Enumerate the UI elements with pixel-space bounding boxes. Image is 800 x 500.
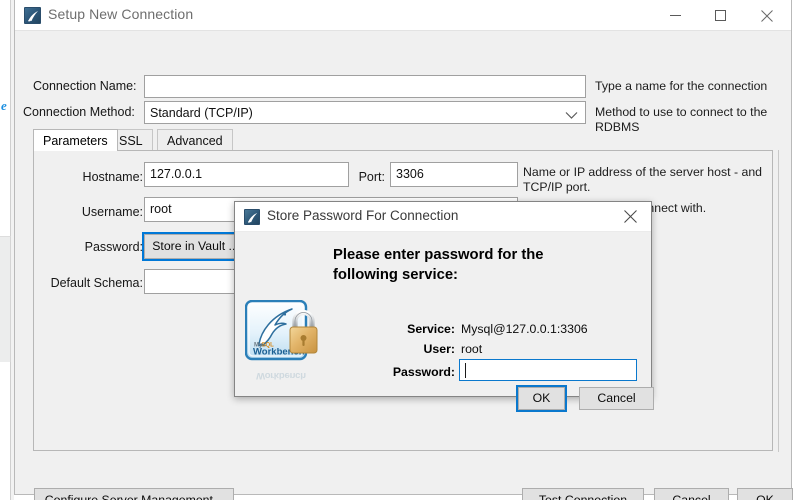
service-value: Mysql@127.0.0.1:3306 bbox=[461, 322, 588, 336]
connection-name-hint: Type a name for the connection bbox=[595, 79, 768, 93]
username-label: Username: bbox=[81, 205, 143, 219]
port-label: Port: bbox=[358, 170, 385, 184]
text-caret bbox=[465, 363, 466, 378]
connection-name-label: Connection Name: bbox=[33, 79, 137, 93]
window-title: Setup New Connection bbox=[48, 6, 194, 22]
minimize-icon[interactable] bbox=[653, 0, 698, 31]
screen: e Setup New Connection Connection Name: … bbox=[0, 0, 800, 500]
dialog-body: Please enter password for the following … bbox=[235, 232, 654, 412]
password-label: Password: bbox=[392, 365, 455, 379]
mysql-workbench-icon bbox=[24, 7, 41, 24]
user-value: root bbox=[461, 342, 483, 356]
connection-name-input[interactable] bbox=[144, 75, 586, 98]
maximize-icon[interactable] bbox=[698, 0, 743, 31]
background-window-bottom[interactable] bbox=[0, 362, 11, 500]
close-icon[interactable] bbox=[743, 0, 791, 31]
dialog-title: Store Password For Connection bbox=[267, 208, 459, 223]
user-label: User: bbox=[423, 342, 455, 356]
dialog-heading: Please enter password for the following … bbox=[333, 247, 544, 283]
background-window-middle[interactable] bbox=[0, 236, 11, 362]
hostname-label: Hostname: bbox=[82, 170, 143, 184]
close-icon[interactable] bbox=[609, 202, 651, 231]
logo-reflection: Workbench bbox=[256, 370, 306, 381]
chevron-down-icon[interactable] bbox=[565, 107, 578, 125]
port-input[interactable]: 3306 bbox=[390, 162, 518, 187]
dialog-titlebar[interactable]: Store Password For Connection bbox=[235, 202, 651, 232]
window-controls bbox=[653, 0, 791, 31]
internet-explorer-icon[interactable]: e bbox=[1, 99, 13, 112]
password-label: Password: bbox=[84, 240, 143, 254]
password-input[interactable] bbox=[459, 359, 637, 381]
ok-button[interactable]: OK bbox=[737, 488, 793, 500]
connection-method-select[interactable]: Standard (TCP/IP) bbox=[144, 101, 586, 124]
service-label: Service: bbox=[407, 322, 455, 336]
tab-advanced[interactable]: Advanced bbox=[157, 129, 233, 150]
cancel-button[interactable]: Cancel bbox=[654, 488, 729, 500]
background-window-top[interactable] bbox=[0, 0, 11, 236]
store-password-dialog: Store Password For Connection Please ent… bbox=[234, 201, 654, 412]
configure-server-management-button[interactable]: Configure Server Management... bbox=[34, 488, 234, 500]
test-connection-button[interactable]: Test Connection bbox=[522, 488, 644, 500]
window-titlebar[interactable]: Setup New Connection bbox=[15, 0, 791, 31]
hint-divider bbox=[778, 150, 779, 452]
tab-strip: Parameters SSL Advanced bbox=[33, 129, 773, 151]
dialog-ok-button[interactable]: OK bbox=[516, 385, 567, 412]
hostname-input[interactable]: 127.0.0.1 bbox=[144, 162, 349, 187]
connection-method-label: Connection Method: bbox=[23, 105, 135, 119]
mysql-workbench-icon bbox=[244, 209, 260, 225]
default-schema-label: Default Schema: bbox=[50, 276, 143, 290]
tab-parameters[interactable]: Parameters bbox=[33, 129, 118, 151]
store-in-vault-button[interactable]: Store in Vault ... bbox=[142, 232, 249, 261]
hostname-hint: Name or IP address of the server host - … bbox=[523, 165, 762, 194]
dialog-cancel-button[interactable]: Cancel bbox=[579, 387, 654, 410]
mysql-workbench-padlock-logo: My SQL . Workbench bbox=[244, 299, 325, 362]
